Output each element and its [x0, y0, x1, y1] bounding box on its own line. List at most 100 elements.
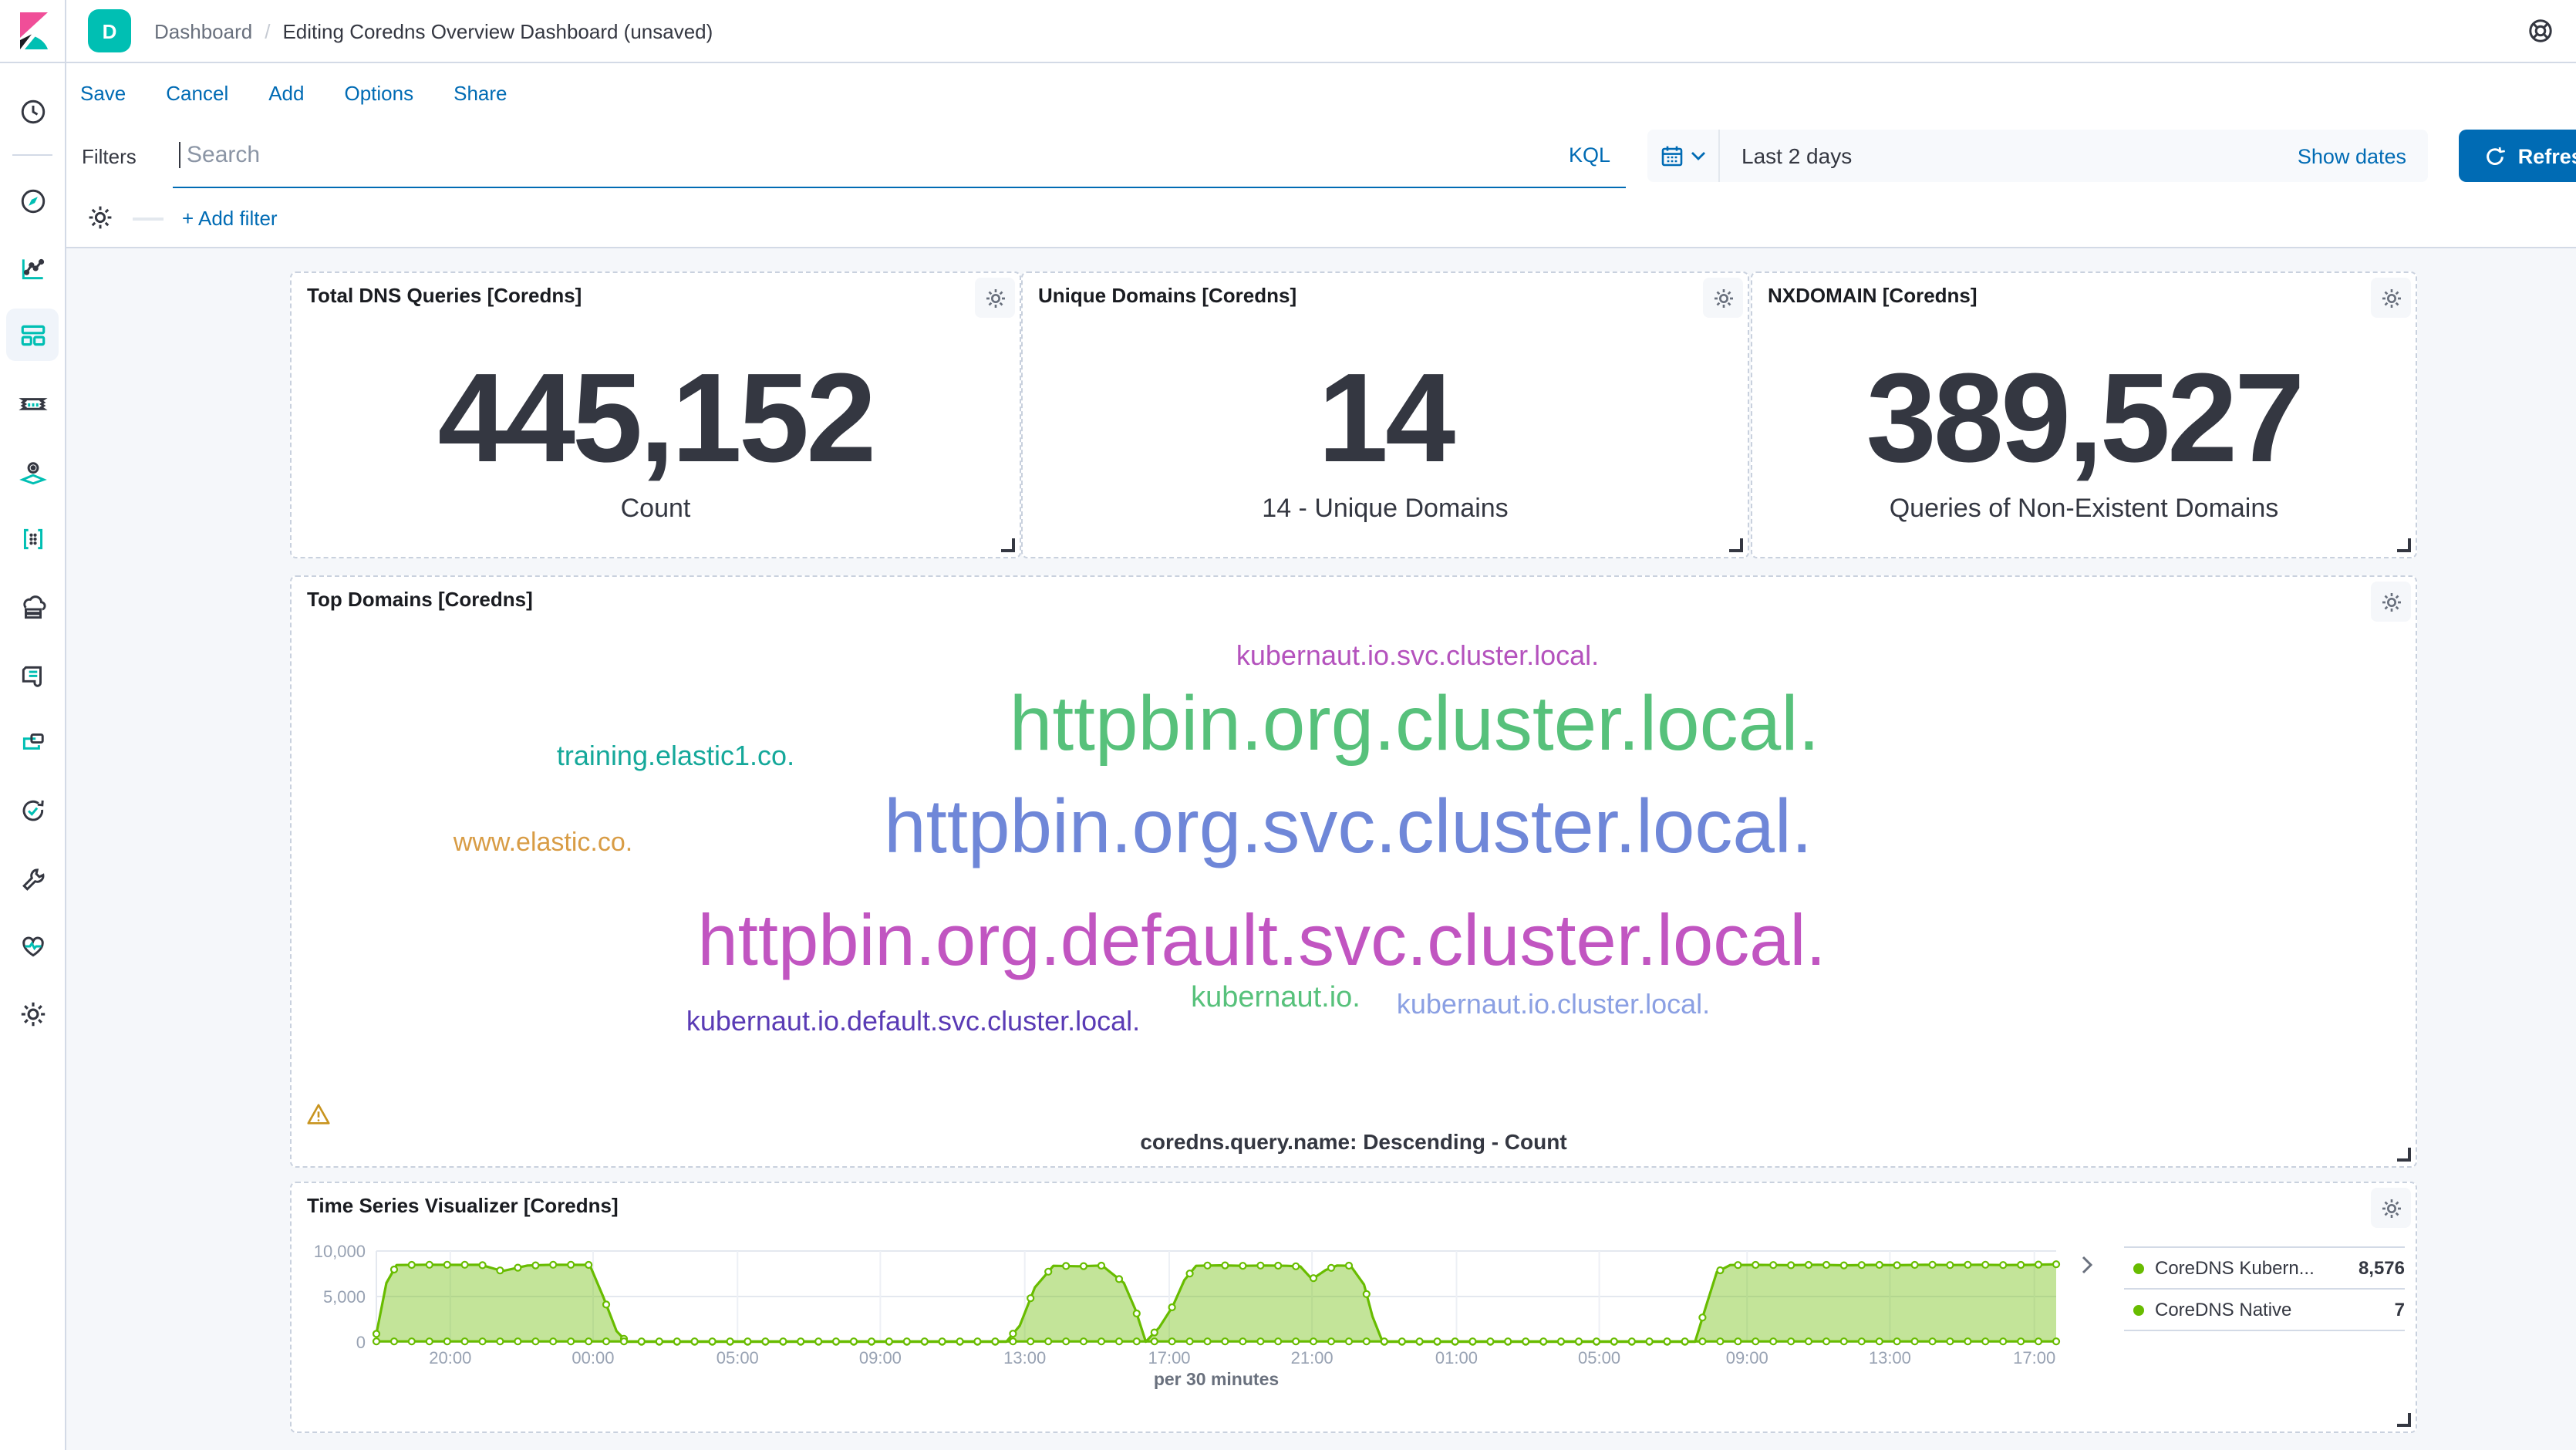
panel-options-button[interactable] [2371, 278, 2411, 318]
panel-total-dns-queries: Total DNS Queries [Coredns] 445,152 Coun… [290, 271, 1021, 558]
calendar-menu-button[interactable] [1647, 130, 1720, 182]
add-filter-button[interactable]: + Add filter [182, 188, 278, 247]
top-header: D Dashboard / Editing Coredns Overview D… [0, 0, 2576, 63]
sidebar-item-maps[interactable] [6, 446, 59, 498]
tag-cloud-word[interactable]: kubernaut.io.svc.cluster.local. [1236, 642, 1599, 669]
panel-options-button[interactable] [1703, 278, 1743, 318]
sidebar-item-discover[interactable] [6, 174, 59, 227]
dashboard-grid: Total DNS Queries [Coredns] 445,152 Coun… [65, 247, 2576, 1450]
sidebar-divider [12, 154, 52, 156]
add-button[interactable]: Add [268, 81, 304, 104]
help-life-ring-icon[interactable] [2527, 17, 2554, 45]
search-box: KQL [173, 123, 1626, 191]
panel-top-domains-tag-cloud: Top Domains [Coredns] kubernaut.io.svc.c… [290, 575, 2417, 1168]
filters-label[interactable]: Filters [82, 123, 137, 188]
apm-icon [18, 727, 47, 757]
panel-title[interactable]: NXDOMAIN [Coredns] [1768, 284, 1978, 307]
sidebar-item-logs[interactable] [6, 649, 59, 702]
filter-pill-placeholder [133, 218, 164, 221]
save-button[interactable]: Save [80, 81, 126, 104]
left-nav-sidebar [0, 62, 66, 1450]
tag-cloud-caption: coredns.query.name: Descending - Count [292, 1129, 2416, 1154]
visualize-icon [18, 254, 47, 283]
tag-cloud-word[interactable]: httpbin.org.default.svc.cluster.local. [697, 903, 1826, 976]
clock-icon [18, 96, 47, 126]
tag-cloud-word[interactable]: kubernaut.io.default.svc.cluster.local. [686, 1007, 1140, 1035]
sidebar-item-canvas[interactable] [6, 378, 59, 430]
sidebar-item-visualize[interactable] [6, 242, 59, 295]
search-input[interactable] [180, 142, 1569, 168]
space-badge[interactable]: D [88, 9, 131, 52]
panel-title[interactable]: Total DNS Queries [Coredns] [307, 284, 582, 307]
y-axis-tick-label: 10,000 [314, 1242, 366, 1261]
tag-cloud-word[interactable]: kubernaut.io.cluster.local. [1397, 990, 1710, 1018]
compass-icon [18, 186, 47, 215]
metric-label: Count [292, 494, 1020, 524]
metric-value: 445,152 [292, 356, 1020, 483]
panel-resize-handle[interactable] [2397, 1413, 2411, 1427]
panel-resize-handle[interactable] [1001, 538, 1015, 552]
time-range-value[interactable]: Last 2 days [1720, 143, 1852, 168]
tag-cloud-word[interactable]: httpbin.org.svc.cluster.local. [884, 791, 1812, 866]
time-series-chart[interactable]: 05,00010,00020:0000:0005:0009:0013:0017:… [292, 1183, 2416, 1431]
wrench-icon [18, 865, 47, 894]
panel-resize-handle[interactable] [2397, 1148, 2411, 1162]
tag-cloud: kubernaut.io.svc.cluster.local. httpbin.o… [292, 577, 2416, 1166]
gear-icon [2379, 286, 2402, 309]
panel-unique-domains: Unique Domains [Coredns] 14 14 - Unique … [1021, 271, 1749, 558]
legend-collapse-chevron-icon[interactable] [2081, 1256, 2093, 1274]
legend-item[interactable]: CoreDNS Kubern...8,576 [2124, 1246, 2405, 1290]
sidebar-item-recently-viewed[interactable] [6, 85, 59, 137]
x-axis-tick-label: 21:00 [1291, 1348, 1334, 1367]
refresh-button[interactable]: Refresh [2459, 130, 2576, 182]
options-button[interactable]: Options [345, 81, 414, 104]
sidebar-item-management[interactable] [6, 987, 59, 1040]
monitoring-heart-icon [18, 931, 47, 960]
x-axis-tick-label: 13:00 [1003, 1348, 1046, 1367]
legend-series-value: 7 [2385, 1299, 2405, 1320]
panel-resize-handle[interactable] [1729, 538, 1743, 552]
sidebar-item-machine-learning[interactable] [6, 512, 59, 565]
metric-value: 389,527 [1752, 356, 2416, 483]
gear-icon [18, 999, 47, 1028]
chevron-down-icon [1691, 151, 1706, 160]
calendar-icon [1660, 143, 1684, 168]
breadcrumb-dashboard-link[interactable]: Dashboard [154, 19, 252, 42]
x-axis-tick-label: 17:00 [2013, 1348, 2055, 1367]
filter-options-gear-icon[interactable] [86, 204, 114, 231]
warning-icon[interactable] [305, 1101, 332, 1128]
share-button[interactable]: Share [453, 81, 507, 104]
panel-options-button[interactable] [975, 278, 1015, 318]
tag-cloud-word[interactable]: www.elastic.co. [453, 829, 632, 855]
sidebar-item-dashboard[interactable] [6, 309, 59, 361]
dashboard-icon [18, 320, 47, 349]
kql-toggle[interactable]: KQL [1569, 143, 1626, 167]
tag-cloud-word[interactable]: training.elastic1.co. [557, 742, 794, 770]
time-range-picker: Last 2 days Show dates [1647, 130, 2428, 182]
kibana-logo-icon[interactable] [15, 12, 52, 49]
breadcrumb-separator: / [265, 19, 270, 42]
sidebar-item-infrastructure[interactable] [6, 582, 59, 634]
x-axis-tick-label: 05:00 [1578, 1348, 1620, 1367]
x-axis-tick-label: 17:00 [1148, 1348, 1190, 1367]
cancel-button[interactable]: Cancel [166, 81, 228, 104]
metric-value: 14 [1023, 356, 1748, 483]
legend-series-dot [2133, 1263, 2144, 1273]
metric-label: Queries of Non-Existent Domains [1752, 494, 2416, 524]
panel-resize-handle[interactable] [2397, 538, 2411, 552]
logs-icon [18, 661, 47, 690]
tag-cloud-word[interactable]: kubernaut.io. [1191, 983, 1360, 1013]
query-bar: Filters KQL Last 2 days Show dates [65, 123, 2576, 188]
legend-item[interactable]: CoreDNS Native7 [2124, 1290, 2405, 1331]
panel-title[interactable]: Unique Domains [Coredns] [1038, 284, 1296, 307]
x-axis-tick-label: 00:00 [572, 1348, 614, 1367]
sidebar-item-stack-monitoring[interactable] [6, 919, 59, 972]
show-dates-button[interactable]: Show dates [2298, 144, 2428, 167]
sidebar-item-dev-tools[interactable] [6, 853, 59, 905]
legend-series-dot [2133, 1304, 2144, 1315]
tag-cloud-word[interactable]: httpbin.org.cluster.local. [1010, 685, 1820, 762]
filter-bar: + Add filter [65, 188, 2576, 248]
metric: 389,527 Queries of Non-Existent Domains [1752, 356, 2416, 524]
sidebar-item-uptime[interactable] [6, 784, 59, 836]
sidebar-item-apm[interactable] [6, 716, 59, 768]
